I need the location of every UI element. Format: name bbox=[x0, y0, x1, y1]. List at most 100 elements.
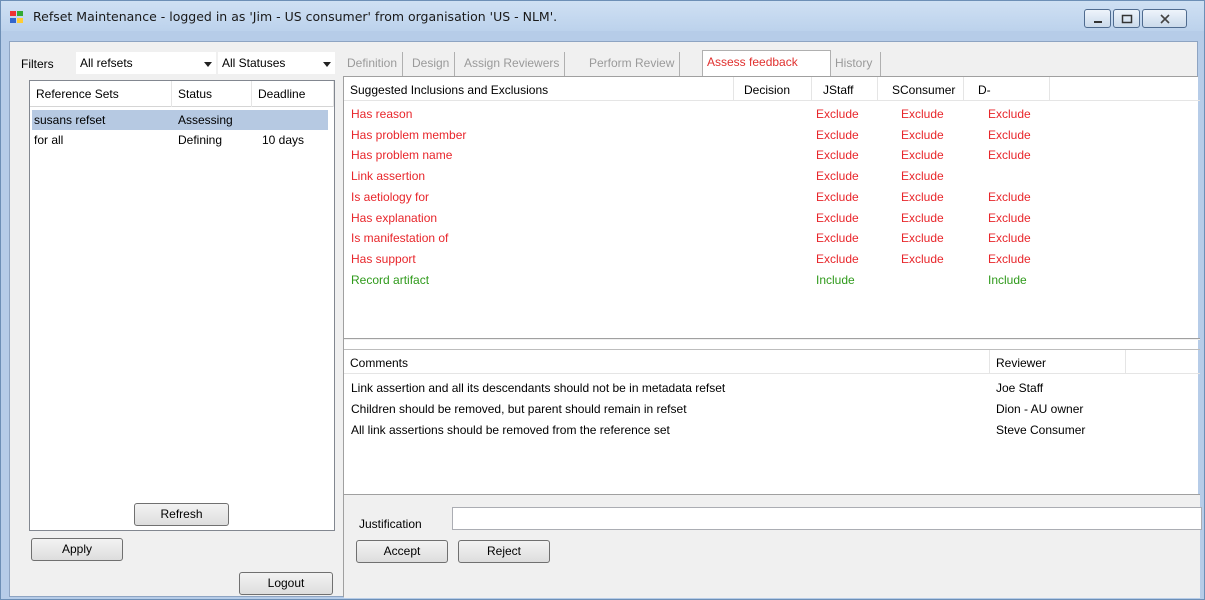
suggestion-row[interactable]: Is manifestation of Exclude Exclude Exclude bbox=[344, 229, 1200, 249]
maximize-icon bbox=[1121, 14, 1133, 24]
reference-sets-header: Reference Sets Status Deadline bbox=[30, 81, 334, 107]
refset-filter-value: All refsets bbox=[80, 56, 133, 70]
refset-status: Assessing bbox=[178, 113, 233, 127]
app-icon bbox=[10, 11, 26, 24]
column-header-sconsumer[interactable]: SConsumer bbox=[878, 77, 964, 101]
close-icon bbox=[1160, 14, 1170, 24]
application-window: Refset Maintenance - logged in as 'Jim -… bbox=[0, 0, 1205, 600]
suggestion-d-vote: Exclude bbox=[988, 189, 1031, 204]
suggestion-row[interactable]: Has problem name Exclude Exclude Exclude bbox=[344, 146, 1200, 166]
maximize-button[interactable] bbox=[1113, 9, 1140, 28]
suggestion-d-vote: Exclude bbox=[988, 251, 1031, 266]
suggestion-sconsumer-vote: Exclude bbox=[901, 169, 944, 184]
justification-panel: Justification Accept Reject bbox=[344, 494, 1202, 598]
suggestion-d-vote: Exclude bbox=[988, 127, 1031, 142]
minimize-button[interactable] bbox=[1084, 9, 1111, 28]
tab-history[interactable]: History bbox=[830, 52, 881, 76]
suggestion-sconsumer-vote: Exclude bbox=[901, 210, 944, 225]
suggestion-jstaff-vote: Exclude bbox=[816, 148, 859, 163]
column-header-decision[interactable]: Decision bbox=[734, 77, 812, 101]
client-area: Filters All refsets All Statuses Referen… bbox=[9, 41, 1202, 598]
chevron-down-icon bbox=[323, 62, 331, 67]
status-filter-dropdown[interactable]: All Statuses bbox=[218, 52, 335, 74]
column-header-jstaff[interactable]: JStaff bbox=[812, 77, 878, 101]
suggestion-jstaff-vote: Exclude bbox=[816, 189, 859, 204]
suggestion-name: Is aetiology for bbox=[351, 189, 430, 204]
title-bar[interactable]: Refset Maintenance - logged in as 'Jim -… bbox=[1, 1, 1204, 33]
apply-button[interactable]: Apply bbox=[31, 538, 123, 561]
column-header-comments[interactable]: Comments bbox=[344, 350, 990, 374]
suggestion-sconsumer-vote: Exclude bbox=[901, 107, 944, 121]
comment-row[interactable]: Children should be removed, but parent s… bbox=[344, 400, 1200, 420]
comment-row[interactable]: Link assertion and all its descendants s… bbox=[344, 379, 1200, 399]
chevron-down-icon bbox=[204, 62, 212, 67]
suggestion-row[interactable]: Has reason Exclude Exclude Exclude bbox=[344, 105, 1200, 125]
tab-definition[interactable]: Definition bbox=[343, 52, 404, 76]
refset-row[interactable]: susans refset Assessing bbox=[32, 110, 328, 130]
suggestion-row[interactable]: Has problem member Exclude Exclude Exclude bbox=[344, 126, 1200, 146]
suggestion-d-vote: Exclude bbox=[988, 107, 1031, 121]
comment-row[interactable]: All link assertions should be removed fr… bbox=[344, 421, 1200, 441]
suggestion-sconsumer-vote: Exclude bbox=[901, 189, 944, 204]
status-filter-value: All Statuses bbox=[222, 56, 286, 70]
suggestion-name: Record artifact bbox=[351, 272, 430, 287]
refset-filter-dropdown[interactable]: All refsets bbox=[76, 52, 216, 74]
column-header-d[interactable]: D- bbox=[964, 77, 1050, 101]
suggestion-name: Has reason bbox=[351, 107, 413, 121]
suggestion-name: Has problem name bbox=[351, 148, 453, 163]
comment-reviewer: Dion - AU owner bbox=[996, 402, 1084, 416]
assess-feedback-panel: Suggested Inclusions and Exclusions Deci… bbox=[343, 76, 1202, 598]
logout-button[interactable]: Logout bbox=[239, 572, 333, 595]
suggestion-sconsumer-vote: Exclude bbox=[901, 251, 944, 266]
tab-assess-feedback[interactable]: Assess feedback bbox=[702, 50, 831, 76]
reference-sets-list[interactable]: Reference Sets Status Deadline susans re… bbox=[29, 80, 335, 531]
comment-text: All link assertions should be removed fr… bbox=[351, 423, 670, 437]
tab-assign-reviewers[interactable]: Assign Reviewers bbox=[460, 52, 566, 76]
suggestion-sconsumer-vote: Exclude bbox=[901, 231, 944, 246]
suggestion-name: Has problem member bbox=[351, 127, 467, 142]
comment-text: Link assertion and all its descendants s… bbox=[351, 381, 726, 395]
suggestion-d-vote: Exclude bbox=[988, 231, 1031, 246]
justification-label: Justification bbox=[359, 517, 422, 531]
justification-input[interactable] bbox=[452, 507, 1202, 530]
refset-deadline: 10 days bbox=[262, 133, 305, 147]
tab-design[interactable]: Design bbox=[408, 52, 456, 76]
suggestion-jstaff-vote: Exclude bbox=[816, 169, 859, 184]
close-button[interactable] bbox=[1142, 9, 1187, 28]
column-header-status[interactable]: Status bbox=[172, 81, 252, 107]
suggestion-d-vote: Exclude bbox=[988, 210, 1031, 225]
column-header-reviewer[interactable]: Reviewer bbox=[990, 350, 1126, 374]
column-header-reference-sets[interactable]: Reference Sets bbox=[30, 81, 172, 107]
suggestion-row[interactable]: Has explanation Exclude Exclude Exclude bbox=[344, 209, 1200, 229]
splitter[interactable] bbox=[344, 338, 1200, 340]
suggestion-jstaff-vote: Exclude bbox=[816, 107, 859, 121]
tab-perform-review[interactable]: Perform Review bbox=[585, 52, 681, 76]
suggestion-d-vote: Include bbox=[988, 272, 1027, 287]
suggestions-list[interactable]: Suggested Inclusions and Exclusions Deci… bbox=[344, 77, 1200, 337]
suggestion-name: Is manifestation of bbox=[351, 231, 449, 246]
column-header-deadline[interactable]: Deadline bbox=[252, 81, 334, 107]
suggestion-row[interactable]: Record artifact Include Include bbox=[344, 271, 1200, 291]
suggestion-row[interactable]: Has support Exclude Exclude Exclude bbox=[344, 250, 1200, 270]
suggestion-jstaff-vote: Exclude bbox=[816, 251, 859, 266]
minimize-icon bbox=[1094, 21, 1102, 23]
suggestion-jstaff-vote: Include bbox=[816, 272, 855, 287]
suggestion-jstaff-vote: Exclude bbox=[816, 127, 859, 142]
suggestion-row[interactable]: Is aetiology for Exclude Exclude Exclude bbox=[344, 188, 1200, 208]
reject-button[interactable]: Reject bbox=[458, 540, 550, 563]
suggestion-jstaff-vote: Exclude bbox=[816, 231, 859, 246]
comments-list[interactable]: Comments Reviewer Link assertion and all… bbox=[344, 349, 1200, 499]
column-header-suggestions[interactable]: Suggested Inclusions and Exclusions bbox=[344, 77, 734, 101]
suggestion-sconsumer-vote: Exclude bbox=[901, 127, 944, 142]
column-header-filler bbox=[1126, 350, 1200, 374]
comment-reviewer: Steve Consumer bbox=[996, 423, 1086, 437]
suggestion-d-vote: Exclude bbox=[988, 148, 1031, 163]
refset-row[interactable]: for all Defining 10 days bbox=[30, 130, 334, 150]
suggestion-row[interactable]: Link assertion Exclude Exclude bbox=[344, 167, 1200, 187]
filters-label: Filters bbox=[21, 57, 54, 71]
accept-button[interactable]: Accept bbox=[356, 540, 448, 563]
comment-reviewer: Joe Staff bbox=[996, 381, 1044, 395]
window-title: Refset Maintenance - logged in as 'Jim -… bbox=[33, 9, 558, 24]
refresh-button[interactable]: Refresh bbox=[134, 503, 229, 526]
suggestion-name: Has support bbox=[351, 251, 416, 266]
